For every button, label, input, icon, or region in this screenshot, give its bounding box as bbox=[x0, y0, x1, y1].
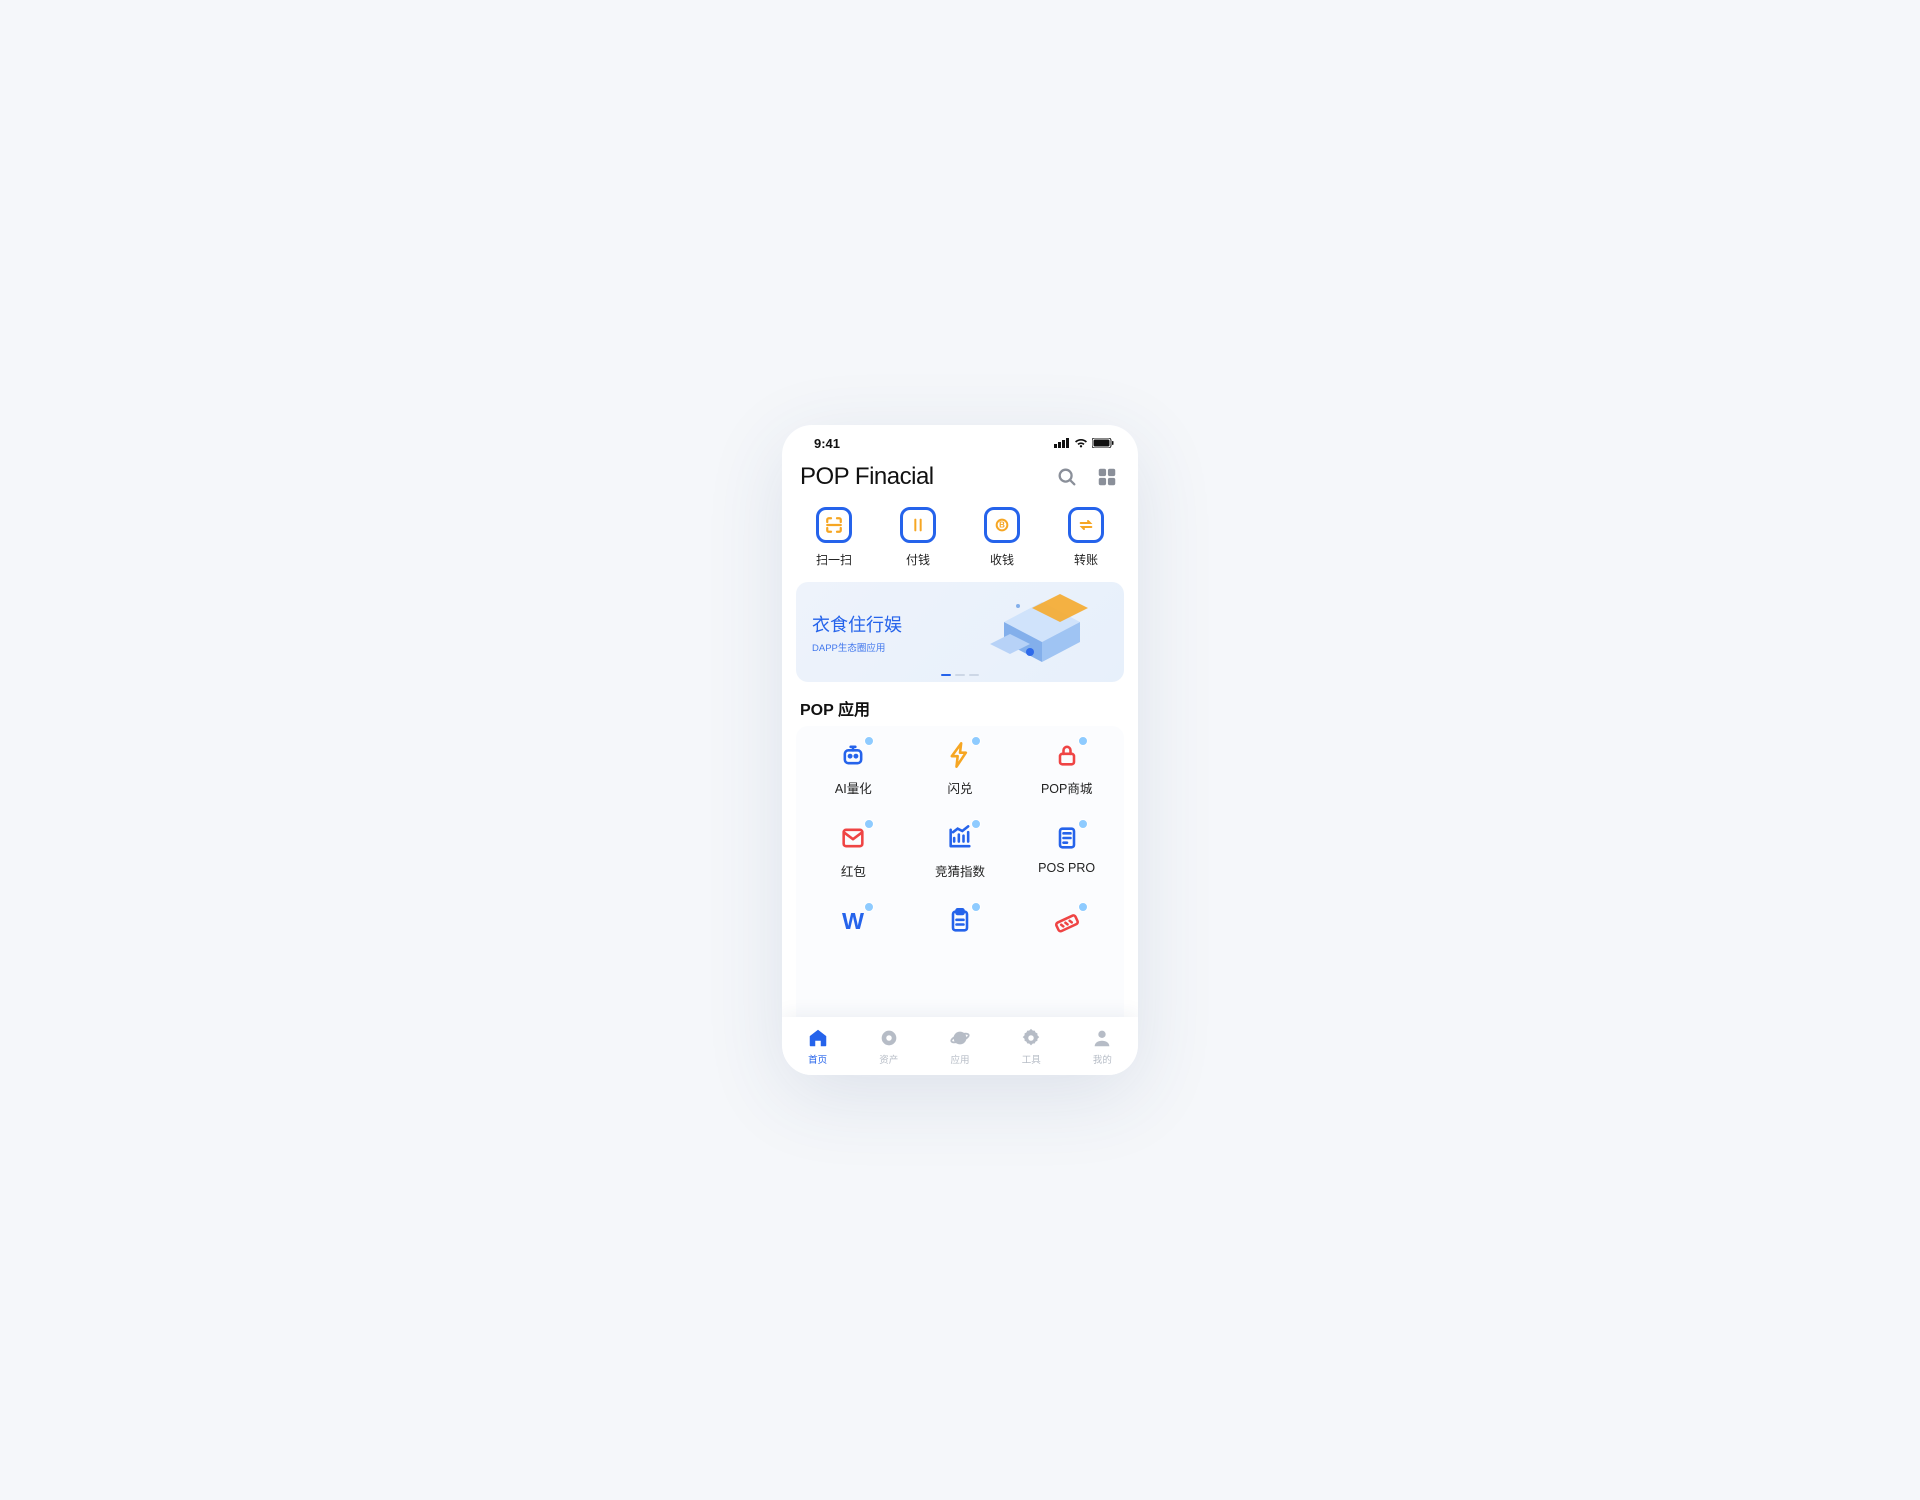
app-label: POS PRO bbox=[1038, 861, 1095, 875]
badge-dot bbox=[971, 736, 981, 746]
user-icon bbox=[1091, 1027, 1113, 1049]
banner-text: 衣食住行娱 DAPP生态圈应用 bbox=[812, 611, 902, 654]
ruler-icon bbox=[1052, 906, 1082, 936]
banner-pagination bbox=[941, 674, 979, 676]
tab-home[interactable]: 首页 bbox=[782, 1017, 853, 1075]
lock-cart-icon bbox=[1052, 740, 1082, 770]
robot-icon bbox=[838, 740, 868, 770]
tab-label: 工具 bbox=[1022, 1052, 1041, 1066]
app-red-packet[interactable]: 红包 bbox=[800, 823, 907, 880]
app-label: AI量化 bbox=[835, 778, 872, 797]
flash-icon bbox=[945, 740, 975, 770]
app-ai-quant[interactable]: AI量化 bbox=[800, 740, 907, 797]
header: POP Finacial bbox=[782, 461, 1138, 501]
scan-icon bbox=[816, 507, 852, 543]
house-icon bbox=[807, 1027, 829, 1049]
quick-actions: 扫一扫 付钱 B 收钱 转账 bbox=[782, 501, 1138, 582]
apps-section-title: POP 应用 bbox=[782, 682, 1138, 726]
badge-dot bbox=[864, 819, 874, 829]
tab-label: 资产 bbox=[879, 1052, 898, 1066]
quick-label: 转账 bbox=[1074, 551, 1098, 568]
chart-up-icon bbox=[945, 823, 975, 853]
pos-icon bbox=[1052, 823, 1082, 853]
app-ruler[interactable] bbox=[1013, 906, 1120, 944]
coin-icon bbox=[878, 1027, 900, 1049]
tab-apps[interactable]: 应用 bbox=[924, 1017, 995, 1075]
svg-text:B: B bbox=[999, 521, 1005, 530]
app-w[interactable]: W bbox=[800, 906, 907, 944]
grid-button[interactable] bbox=[1094, 464, 1120, 490]
app-pos-pro[interactable]: POS PRO bbox=[1013, 823, 1120, 880]
tab-me[interactable]: 我的 bbox=[1067, 1017, 1138, 1075]
quick-label: 收钱 bbox=[990, 551, 1014, 568]
transfer-icon bbox=[1068, 507, 1104, 543]
app-pop-mall[interactable]: POP商城 bbox=[1013, 740, 1120, 797]
w-icon: W bbox=[838, 906, 868, 936]
phone-frame: 9:41 POP Finacial bbox=[782, 425, 1138, 1075]
badge-dot bbox=[971, 902, 981, 912]
banner-subtitle: DAPP生态圈应用 bbox=[812, 640, 902, 654]
apps-grid: AI量化 闪兑 POP商城 bbox=[800, 740, 1120, 944]
grid-icon bbox=[1096, 466, 1118, 488]
app-clipboard[interactable] bbox=[907, 906, 1014, 944]
status-time: 9:41 bbox=[814, 436, 840, 451]
quick-pay[interactable]: 付钱 bbox=[880, 507, 956, 568]
app-label: 闪兑 bbox=[947, 778, 972, 797]
search-icon bbox=[1056, 466, 1078, 488]
tab-bar: 首页 资产 应用 工具 bbox=[782, 1017, 1138, 1075]
quick-scan[interactable]: 扫一扫 bbox=[796, 507, 872, 568]
badge-dot bbox=[1078, 819, 1088, 829]
envelope-icon bbox=[838, 823, 868, 853]
dot bbox=[955, 674, 965, 676]
battery-icon bbox=[1092, 436, 1114, 451]
banner-illustration bbox=[972, 594, 1112, 670]
badge-dot bbox=[1078, 902, 1088, 912]
badge-dot bbox=[1078, 736, 1088, 746]
promo-banner[interactable]: 衣食住行娱 DAPP生态圈应用 bbox=[796, 582, 1124, 682]
dot bbox=[941, 674, 951, 676]
app-label: 竞猜指数 bbox=[935, 861, 985, 880]
app-flash-swap[interactable]: 闪兑 bbox=[907, 740, 1014, 797]
app-label: 红包 bbox=[841, 861, 866, 880]
quick-receive[interactable]: B 收钱 bbox=[964, 507, 1040, 568]
pay-icon bbox=[900, 507, 936, 543]
quick-transfer[interactable]: 转账 bbox=[1048, 507, 1124, 568]
wifi-icon bbox=[1074, 436, 1088, 451]
app-guess-index[interactable]: 竞猜指数 bbox=[907, 823, 1014, 880]
search-button[interactable] bbox=[1054, 464, 1080, 490]
planet-icon bbox=[949, 1027, 971, 1049]
status-bar: 9:41 bbox=[782, 425, 1138, 461]
tab-label: 首页 bbox=[808, 1052, 827, 1066]
dot bbox=[969, 674, 979, 676]
svg-text:W: W bbox=[842, 908, 864, 934]
badge-dot bbox=[864, 902, 874, 912]
tab-assets[interactable]: 资产 bbox=[853, 1017, 924, 1075]
signal-icon bbox=[1054, 436, 1070, 451]
banner-title: 衣食住行娱 bbox=[812, 611, 902, 637]
tab-label: 应用 bbox=[950, 1052, 969, 1066]
app-label: POP商城 bbox=[1041, 778, 1092, 797]
header-actions bbox=[1054, 464, 1120, 490]
badge-dot bbox=[864, 736, 874, 746]
badge-dot bbox=[971, 819, 981, 829]
clipboard-icon bbox=[945, 906, 975, 936]
tab-label: 我的 bbox=[1093, 1052, 1112, 1066]
receive-icon: B bbox=[984, 507, 1020, 543]
quick-label: 扫一扫 bbox=[816, 551, 852, 568]
quick-label: 付钱 bbox=[906, 551, 930, 568]
tab-tools[interactable]: 工具 bbox=[996, 1017, 1067, 1075]
gear-icon bbox=[1020, 1027, 1042, 1049]
status-icons bbox=[1054, 436, 1114, 451]
app-title: POP Finacial bbox=[800, 463, 934, 491]
